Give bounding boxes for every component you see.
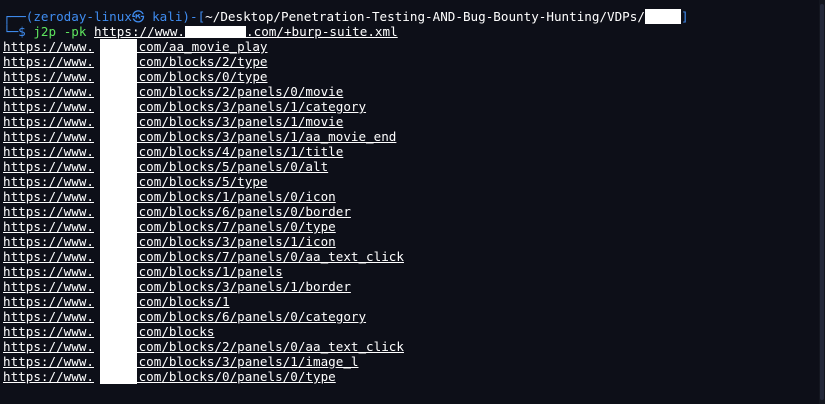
url-prefix: https://www. (3, 294, 94, 309)
url-path: /blocks (161, 324, 215, 339)
url-path: /blocks/4/panels/1/title (161, 144, 344, 159)
prompt-path: ~/Desktop/Penetration-Testing-AND-Bug-Bo… (205, 9, 645, 24)
scrollbar[interactable] (819, 0, 825, 404)
url-prefix: https://www. (3, 189, 94, 204)
url-path: /blocks/2/type (161, 54, 268, 69)
url-prefix: https://www. (3, 339, 94, 354)
url-prefix: https://www. (3, 114, 94, 129)
url-path: /aa_movie_play (161, 39, 268, 54)
command-flag: -pk (63, 24, 87, 39)
url-path: /blocks/6/panels/0/border (161, 204, 351, 219)
command-name: j2p (33, 24, 57, 39)
url-path: /blocks/7/panels/0/type (161, 219, 336, 234)
terminal-window[interactable]: ┌──(zeroday-linux㉿ kali)-[~/Desktop/Pene… (0, 0, 825, 404)
url-prefix: https://www. (3, 309, 94, 324)
url-prefix: https://www. (3, 129, 94, 144)
url-path: /blocks/3/panels/1/border (161, 279, 351, 294)
url-path: /blocks/3/panels/1/icon (161, 234, 336, 249)
prompt-frame-bottom: └─ (3, 24, 19, 39)
redacted-command-domain (185, 26, 247, 38)
redacted-directory (644, 9, 681, 24)
url-path: /blocks/2/panels/0/aa_text_click (161, 339, 404, 354)
url-path: /blocks/3/panels/1/aa_movie_end (161, 129, 397, 144)
url-path: /blocks/1/panels/0/icon (161, 189, 336, 204)
url-prefix: https://www. (3, 144, 94, 159)
url-prefix: https://www. (3, 264, 94, 279)
command-line[interactable]: └─$ j2p -pk https://www. .com/+burp-suite… (3, 24, 817, 39)
url-path: /blocks/2/panels/0/movie (161, 84, 344, 99)
prompt-frame-end: ] (680, 9, 689, 24)
url-prefix: https://www. (3, 369, 94, 384)
url-prefix: https://www. (3, 324, 94, 339)
url-prefix: https://www. (3, 69, 94, 84)
command-arg-suffix: .com/+burp-suite.xml (246, 24, 398, 39)
prompt-frame-top: ┌──( (3, 9, 34, 24)
url-prefix: https://www. (3, 159, 94, 174)
url-prefix: https://www. (3, 354, 94, 369)
url-path: /blocks/3/panels/1/category (161, 99, 367, 114)
url-path: /blocks/0/type (161, 69, 268, 84)
prompt-user-host: zeroday-linux㉿ kali (33, 9, 183, 24)
url-prefix: https://www. (3, 174, 94, 189)
url-path: /blocks/6/panels/0/category (161, 309, 367, 324)
url-prefix: https://www. (3, 204, 94, 219)
url-path: /blocks/5/type (161, 174, 268, 189)
url-prefix: https://www. (3, 99, 94, 114)
url-prefix: https://www. (3, 219, 94, 234)
url-prefix: https://www. (3, 234, 94, 249)
url-prefix: https://www. (3, 39, 94, 54)
url-path: /blocks/3/panels/1/image_l (161, 354, 359, 369)
url-path: /blocks/1 (161, 294, 230, 309)
url-path: /blocks/3/panels/1/movie (161, 114, 344, 129)
command-arg-prefix: https://www. (94, 24, 186, 39)
url-path: /blocks/0/panels/0/type (161, 369, 336, 384)
prompt-frame-mid: )-[ (182, 9, 206, 24)
prompt-line: ┌──(zeroday-linux㉿ kali)-[~/Desktop/Pene… (3, 9, 817, 24)
url-prefix: https://www. (3, 84, 94, 99)
url-prefix: https://www. (3, 249, 94, 264)
redacted-domain-column (100, 39, 137, 384)
url-path: /blocks/5/panels/0/alt (161, 159, 329, 174)
scrollbar-thumb[interactable] (820, 4, 824, 400)
url-prefix: https://www. (3, 279, 94, 294)
url-path: /blocks/1/panels (161, 264, 283, 279)
url-path: /blocks/7/panels/0/aa_text_click (161, 249, 404, 264)
url-prefix: https://www. (3, 54, 94, 69)
prompt-symbol: $ (18, 24, 34, 39)
